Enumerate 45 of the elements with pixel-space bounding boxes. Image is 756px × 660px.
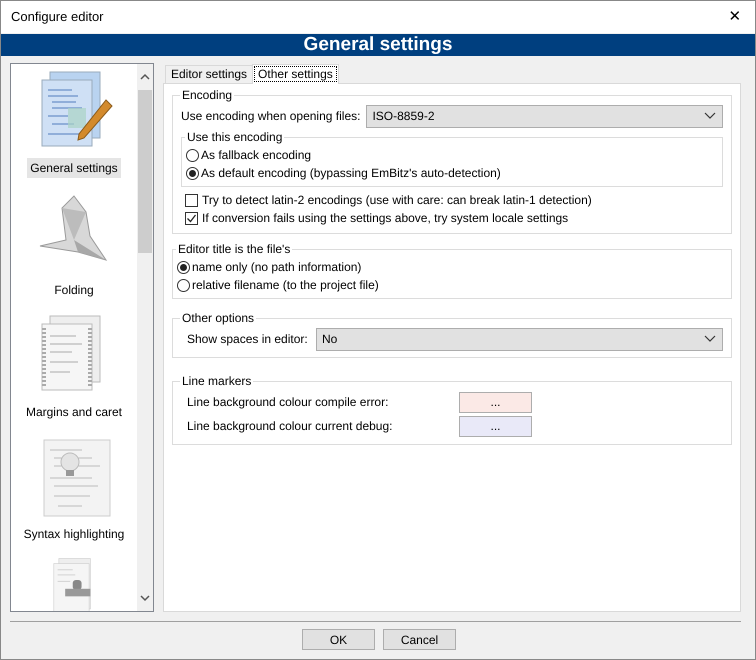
- radio-label: As fallback encoding: [201, 147, 312, 164]
- checkbox[interactable]: [185, 212, 198, 224]
- dropdown-value: No: [322, 331, 338, 348]
- group-title: Encoding: [181, 88, 234, 102]
- tab[interactable]: Other settings: [252, 64, 339, 84]
- radio-button[interactable]: [186, 148, 199, 162]
- field-label: Line background colour compile error:: [187, 394, 390, 411]
- field-label: Show spaces in editor:: [187, 331, 309, 348]
- colour-button[interactable]: ...: [459, 416, 532, 436]
- radio-label: As default encoding (bypassing EmBitz's auto-detection): [201, 165, 501, 182]
- field-label: Use encoding when opening files:: [181, 108, 360, 125]
- check-icon: [186, 212, 197, 224]
- group-title: Line markers: [181, 374, 252, 388]
- field-label: Line background colour current debug:: [187, 418, 394, 435]
- window-title: Configure editor: [11, 8, 104, 26]
- dialog-button[interactable]: OK: [302, 629, 375, 650]
- radio-button[interactable]: [177, 278, 190, 292]
- scroll-up-icon[interactable]: [140, 72, 150, 82]
- radio-label: name only (no path information): [192, 259, 362, 276]
- close-button[interactable]: ✕: [715, 2, 755, 32]
- scroll-down-icon[interactable]: [140, 593, 150, 603]
- sidebar-item[interactable]: General settings: [27, 158, 121, 178]
- dropdown[interactable]: ISO-8859-2: [366, 104, 723, 128]
- checkbox[interactable]: [185, 194, 198, 206]
- checkbox-label: If conversion fails using the settings above, try system locale settings: [202, 210, 568, 227]
- dropdown-value: ISO-8859-2: [372, 108, 435, 125]
- group-title: Other options: [181, 311, 256, 325]
- group-title: Use this encoding: [186, 130, 284, 144]
- tab[interactable]: Editor settings: [165, 65, 254, 83]
- scrollbar[interactable]: [137, 64, 153, 611]
- colour-button[interactable]: ...: [459, 392, 532, 412]
- checkbox-label: Try to detect latin-2 encodings (use with care: can break latin-1 detection): [202, 192, 592, 209]
- scroll-thumb[interactable]: [138, 90, 152, 253]
- dropdown[interactable]: No: [316, 328, 723, 350]
- dialog-button[interactable]: Cancel: [383, 629, 456, 650]
- sidebar-item[interactable]: Syntax highlighting: [20, 524, 128, 544]
- group-title: Editor title is the file's: [177, 242, 292, 256]
- page-header: General settings: [1, 34, 755, 56]
- sidebar-item[interactable]: Margins and caret: [22, 402, 126, 422]
- radio-label: relative filename (to the project file): [192, 277, 379, 294]
- chevron-down-icon: [704, 112, 716, 120]
- radio-button[interactable]: [177, 260, 190, 274]
- chevron-down-icon: [704, 335, 716, 343]
- sidebar-item[interactable]: Folding: [51, 280, 97, 300]
- radio-button[interactable]: [186, 166, 199, 180]
